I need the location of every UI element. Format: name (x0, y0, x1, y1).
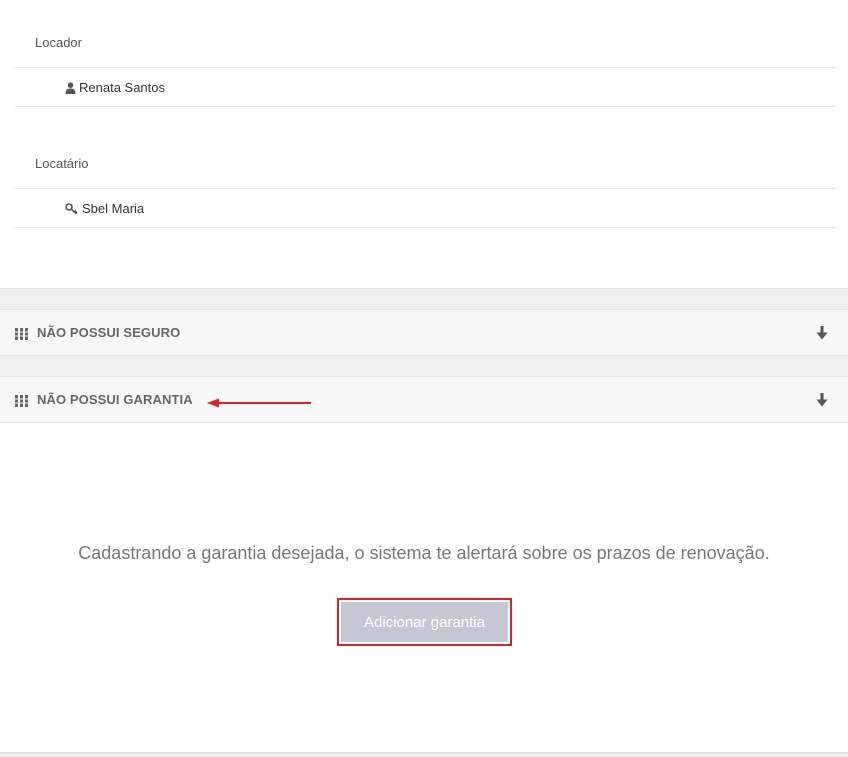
tenant-label: Locatário (35, 156, 89, 171)
landlord-name[interactable]: Renata Santos (79, 80, 165, 95)
tenant-person: Sbel Maria (65, 201, 144, 216)
arrow-down-icon[interactable] (816, 393, 828, 412)
guarantee-title: NÃO POSSUI GARANTIA (37, 392, 193, 407)
landlord-person: Renata Santos (65, 80, 165, 95)
guarantee-panel: Cadastrando a garantia desejada, o siste… (0, 423, 848, 753)
divider (15, 67, 835, 68)
landlord-label: Locador (35, 35, 82, 50)
key-icon (65, 202, 79, 215)
grid-icon (15, 327, 28, 345)
guarantee-accordion-header[interactable]: NÃO POSSUI GARANTIA (0, 376, 848, 423)
grid-icon (15, 394, 28, 412)
divider (15, 106, 835, 107)
arrow-down-icon[interactable] (816, 326, 828, 345)
highlight-box: Adicionar garantia (337, 598, 512, 646)
parties-card: Locador Renata Santos Locatário Sbel Mar… (0, 0, 848, 289)
annotation-arrow-icon (207, 396, 313, 414)
user-icon (65, 81, 76, 94)
divider (15, 227, 835, 228)
insurance-title: NÃO POSSUI SEGURO (37, 325, 181, 340)
divider (15, 188, 835, 189)
insurance-accordion-header[interactable]: NÃO POSSUI SEGURO (0, 309, 848, 356)
guarantee-info-text: Cadastrando a garantia desejada, o siste… (78, 543, 770, 563)
add-guarantee-button[interactable]: Adicionar garantia (341, 602, 508, 642)
tenant-name[interactable]: Sbel Maria (82, 201, 144, 216)
